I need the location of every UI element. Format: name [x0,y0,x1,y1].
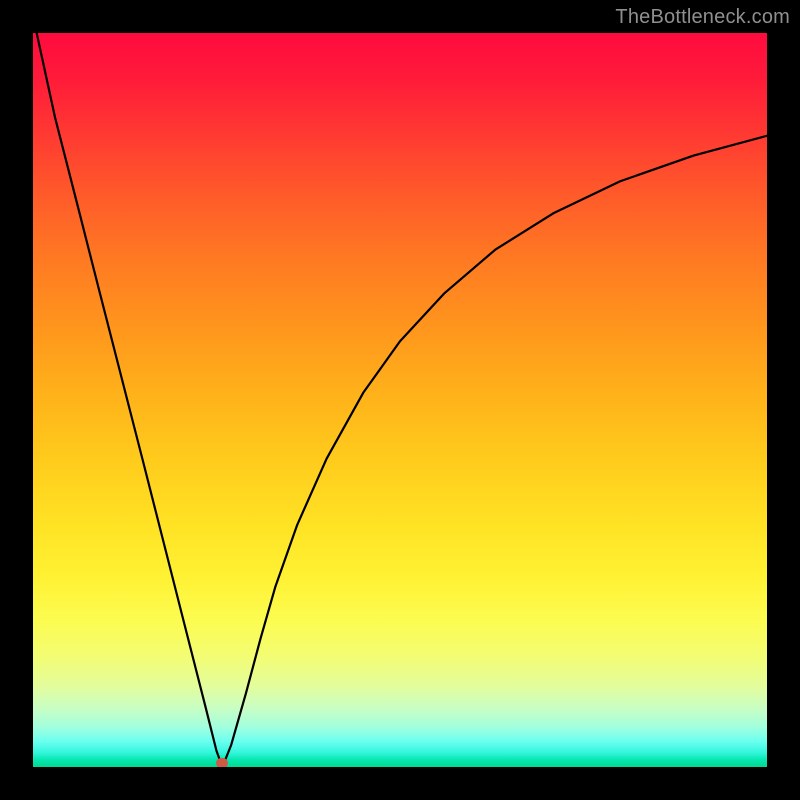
minimum-marker [216,758,228,767]
chart-frame: TheBottleneck.com [0,0,800,800]
bottleneck-curve [33,33,767,767]
watermark-text: TheBottleneck.com [615,6,790,29]
plot-area [33,33,767,767]
